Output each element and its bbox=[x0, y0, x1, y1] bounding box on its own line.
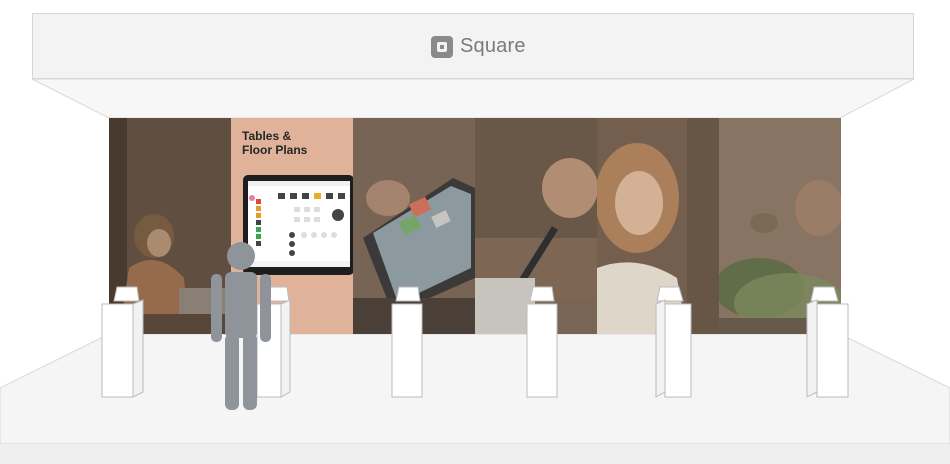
kiosk-5 bbox=[655, 286, 692, 398]
booth-render: Square Tables & Floor Plans bbox=[0, 0, 950, 464]
kiosk-1 bbox=[101, 286, 144, 398]
kiosk-6 bbox=[806, 286, 849, 398]
kiosk-3 bbox=[391, 286, 423, 398]
kiosk-4 bbox=[526, 286, 558, 398]
person-silhouette-icon bbox=[211, 242, 271, 410]
kiosk-stands bbox=[101, 286, 849, 398]
